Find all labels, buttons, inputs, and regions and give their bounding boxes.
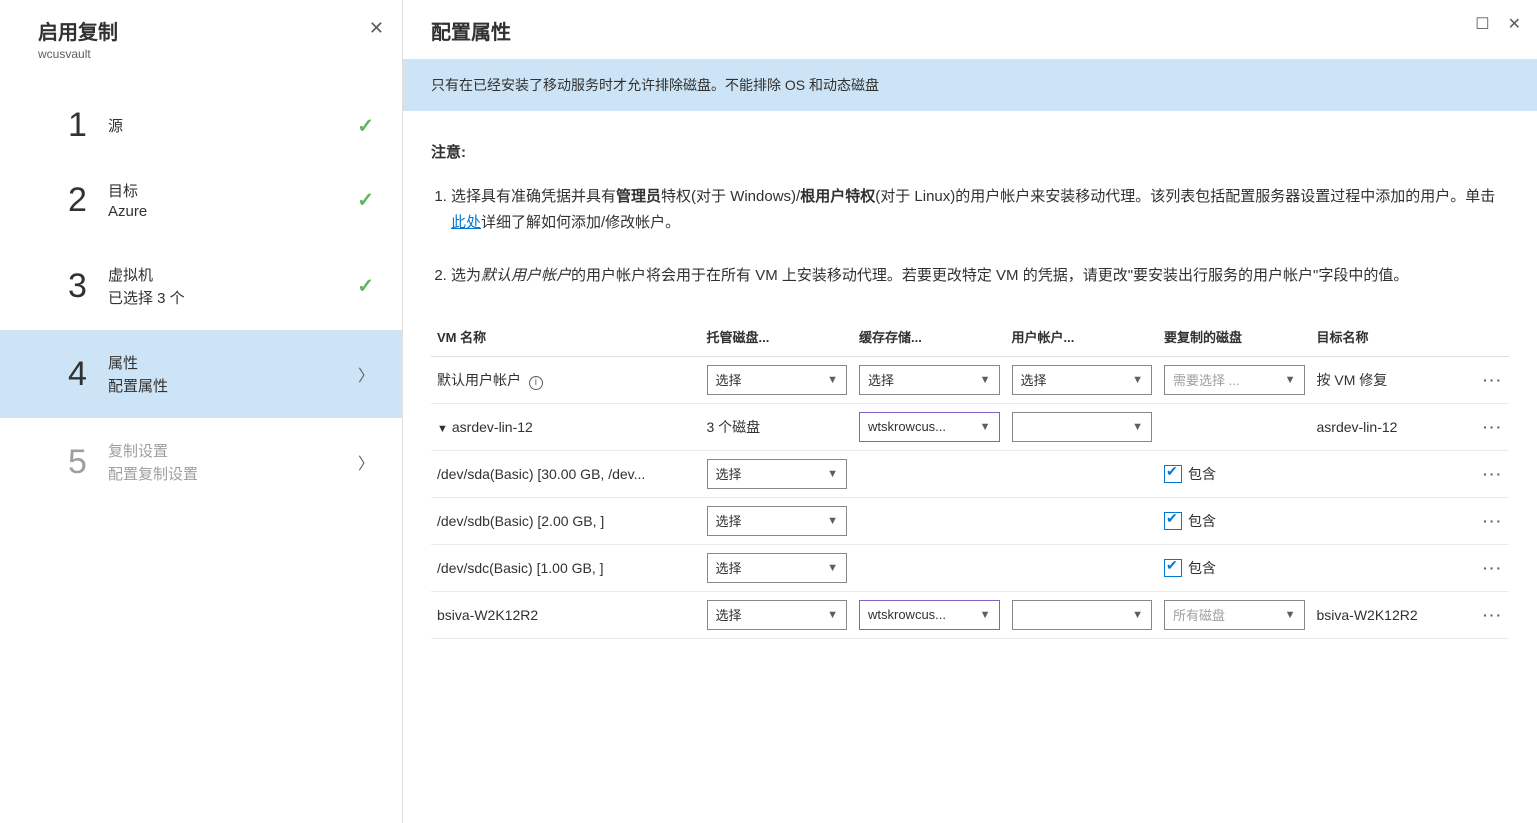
chevron-down-icon: ▼ <box>1285 374 1296 386</box>
chevron-down-icon: ▼ <box>980 609 991 621</box>
right-panel: 配置属性 ☐ ✕ 只有在已经安装了移动服务时才允许排除磁盘。不能排除 OS 和动… <box>403 0 1537 823</box>
more-button[interactable]: ··· <box>1467 450 1509 497</box>
chevron-right-icon: 〉 <box>358 362 374 386</box>
more-button[interactable]: ··· <box>1467 497 1509 544</box>
close-icon[interactable]: ✕ <box>369 18 384 39</box>
managed-disk-select[interactable]: 选择▼ <box>707 553 848 583</box>
left-subtitle: wcusvault <box>38 47 378 61</box>
chevron-down-icon: ▼ <box>827 562 838 574</box>
vm-table: VM 名称 托管磁盘... 缓存存储... 用户帐户... 要复制的磁盘 目标名… <box>431 317 1509 639</box>
here-link[interactable]: 此处 <box>451 214 481 231</box>
table-row-disk: /dev/sda(Basic) [30.00 GB, /dev... 选择▼ 包… <box>431 450 1509 497</box>
note-2: 选为默认用户帐户的用户帐户将会用于在所有 VM 上安装移动代理。若要更改特定 V… <box>451 263 1509 289</box>
step-properties[interactable]: 4 属性 配置属性 〉 <box>0 330 402 418</box>
cache-storage-select[interactable]: wtskrowcus...▼ <box>859 600 1000 630</box>
table-row-default: 默认用户帐户 i 选择▼ 选择▼ 选择▼ 需要选择 ...▼ 按 VM 修复 ·… <box>431 356 1509 403</box>
chevron-down-icon: ▼ <box>980 421 991 433</box>
disk-select[interactable]: 所有磁盘▼ <box>1164 600 1305 630</box>
expand-caret-icon[interactable]: ▼ <box>437 423 448 435</box>
chevron-down-icon: ▼ <box>827 468 838 480</box>
th-cache-storage[interactable]: 缓存存储... <box>853 317 1006 357</box>
disk-select[interactable]: 需要选择 ...▼ <box>1164 365 1305 395</box>
note-1: 选择具有准确凭据并具有管理员特权(对于 Windows)/根用户特权(对于 Li… <box>451 184 1509 235</box>
step-vms[interactable]: 3 虚拟机 已选择 3 个 ✓ <box>0 242 402 330</box>
th-managed-disk[interactable]: 托管磁盘... <box>701 317 854 357</box>
notes-heading: 注意: <box>431 141 1509 162</box>
check-icon: ✓ <box>357 274 374 299</box>
chevron-down-icon: ▼ <box>1132 421 1143 433</box>
step-replication-settings[interactable]: 5 复制设置 配置复制设置 〉 <box>0 418 402 506</box>
step-target[interactable]: 2 目标 Azure ✓ <box>0 158 402 242</box>
include-checkbox[interactable] <box>1164 512 1182 530</box>
wizard-steps: 1 源 ✓ 2 目标 Azure ✓ 3 虚拟机 已选择 3 个 ✓ <box>0 93 402 506</box>
info-icon[interactable]: i <box>529 376 543 390</box>
th-target-name[interactable]: 目标名称 <box>1311 317 1468 357</box>
chevron-down-icon: ▼ <box>1132 609 1143 621</box>
left-title: 启用复制 <box>38 16 378 45</box>
check-icon: ✓ <box>357 188 374 213</box>
more-button[interactable]: ··· <box>1467 403 1509 450</box>
th-disk-to-replicate[interactable]: 要复制的磁盘 <box>1158 317 1311 357</box>
chevron-down-icon: ▼ <box>827 515 838 527</box>
user-account-select[interactable]: 选择▼ <box>1012 365 1153 395</box>
th-user-account[interactable]: 用户帐户... <box>1006 317 1159 357</box>
managed-disk-select[interactable]: 选择▼ <box>707 459 848 489</box>
th-vm-name[interactable]: VM 名称 <box>431 317 701 357</box>
managed-disk-select[interactable]: 选择▼ <box>707 600 848 630</box>
user-account-select[interactable]: ▼ <box>1012 412 1153 442</box>
page-title: 配置属性 <box>431 16 1509 45</box>
include-checkbox[interactable] <box>1164 559 1182 577</box>
managed-disk-select[interactable]: 选择▼ <box>707 506 848 536</box>
chevron-down-icon: ▼ <box>1132 374 1143 386</box>
chevron-down-icon: ▼ <box>827 609 838 621</box>
include-checkbox[interactable] <box>1164 465 1182 483</box>
check-icon: ✓ <box>357 113 374 138</box>
left-panel: 启用复制 wcusvault ✕ 1 源 ✓ 2 目标 Azure ✓ 3 <box>0 0 403 823</box>
chevron-right-icon: 〉 <box>358 450 374 474</box>
chevron-down-icon: ▼ <box>980 374 991 386</box>
maximize-icon[interactable]: ☐ <box>1475 14 1489 34</box>
step-source[interactable]: 1 源 ✓ <box>0 93 402 158</box>
table-row-disk: /dev/sdb(Basic) [2.00 GB, ] 选择▼ 包含 ··· <box>431 497 1509 544</box>
managed-disk-select[interactable]: 选择▼ <box>707 365 848 395</box>
close-icon[interactable]: ✕ <box>1508 14 1521 34</box>
info-banner: 只有在已经安装了移动服务时才允许排除磁盘。不能排除 OS 和动态磁盘 <box>403 59 1537 111</box>
cache-storage-select[interactable]: wtskrowcus...▼ <box>859 412 1000 442</box>
more-button[interactable]: ··· <box>1467 591 1509 638</box>
cache-storage-select[interactable]: 选择▼ <box>859 365 1000 395</box>
more-button[interactable]: ··· <box>1467 356 1509 403</box>
user-account-select[interactable]: ▼ <box>1012 600 1153 630</box>
table-row-vm: bsiva-W2K12R2 选择▼ wtskrowcus...▼ ▼ 所有磁盘▼… <box>431 591 1509 638</box>
chevron-down-icon: ▼ <box>1285 609 1296 621</box>
chevron-down-icon: ▼ <box>827 374 838 386</box>
table-row-disk: /dev/sdc(Basic) [1.00 GB, ] 选择▼ 包含 ··· <box>431 544 1509 591</box>
more-button[interactable]: ··· <box>1467 544 1509 591</box>
table-row-vm: ▼asrdev-lin-12 3 个磁盘 wtskrowcus...▼ ▼ as… <box>431 403 1509 450</box>
